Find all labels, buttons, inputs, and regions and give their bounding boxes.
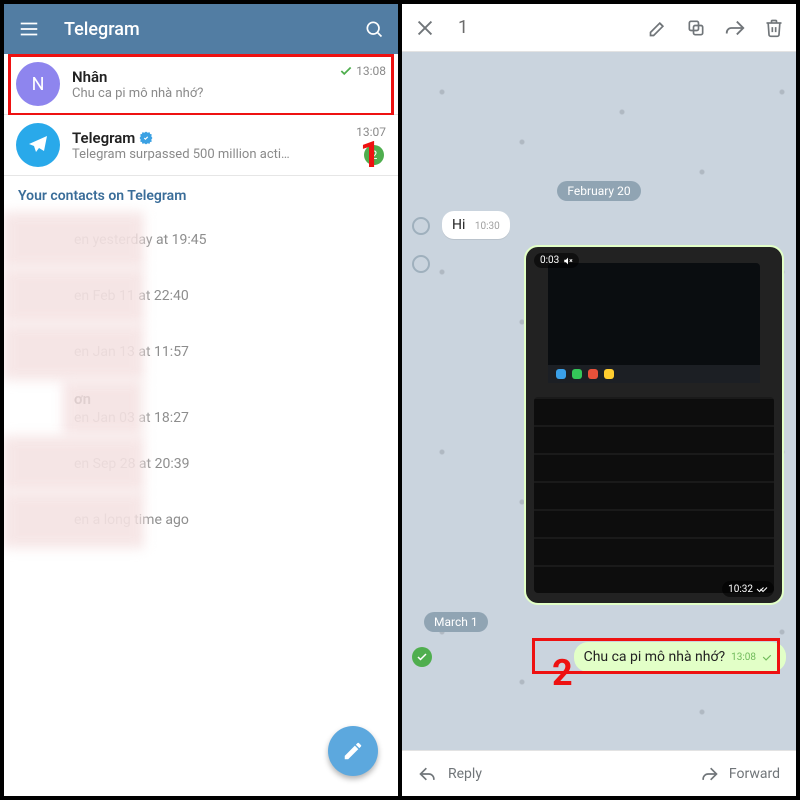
blurred-name xyxy=(4,268,144,324)
message-text: Hi xyxy=(452,217,465,233)
delete-icon[interactable] xyxy=(764,18,784,38)
reply-button[interactable]: Reply xyxy=(448,766,482,782)
telegram-avatar xyxy=(16,123,60,167)
video-thumbnail xyxy=(548,263,760,373)
blurred-name xyxy=(4,212,144,268)
copy-icon[interactable] xyxy=(686,18,706,38)
mute-icon xyxy=(563,256,573,266)
contacts-section-title: Your contacts on Telegram xyxy=(4,176,398,212)
video-thumbnail-taskbar xyxy=(548,365,760,383)
contact-row[interactable]: en Feb 11 at 22:40 xyxy=(4,268,398,324)
selection-header: 1 xyxy=(402,4,796,52)
video-thumbnail-keyboard xyxy=(534,397,774,593)
contact-row[interactable]: en yesterday at 19:45 xyxy=(4,212,398,268)
search-icon[interactable] xyxy=(364,19,384,39)
app-title: Telegram xyxy=(64,19,364,40)
forward-icon[interactable] xyxy=(699,764,719,784)
read-checks-icon xyxy=(762,650,776,664)
chat-row-telegram[interactable]: Telegram Telegram surpassed 500 million … xyxy=(4,115,398,176)
selection-count: 1 xyxy=(458,17,468,38)
blurred-name xyxy=(4,324,144,380)
date-separator: March 1 xyxy=(402,611,796,632)
check-icon xyxy=(339,64,353,78)
video-message[interactable]: 0:03 10:32 xyxy=(524,245,784,605)
chat-time: 13:08 xyxy=(339,64,386,78)
contact-row[interactable]: en Sep 28 at 20:39 xyxy=(4,436,398,492)
compose-fab[interactable] xyxy=(328,726,378,776)
blurred-name xyxy=(4,436,144,492)
message-in[interactable]: Hi 10:30 xyxy=(442,211,796,239)
reply-icon[interactable] xyxy=(418,764,438,784)
selected-check-icon[interactable] xyxy=(412,647,432,667)
forward-icon[interactable] xyxy=(724,17,746,39)
video-duration: 0:03 xyxy=(534,253,579,268)
selection-bottom-bar: Reply Forward xyxy=(402,750,796,796)
forward-button[interactable]: Forward xyxy=(729,766,780,782)
contact-row[interactable]: en Jan 13 at 11:57 xyxy=(4,324,398,380)
message-out-row[interactable]: Chu ca pi mô nhà nhớ? 13:08 xyxy=(412,642,786,672)
video-timestamp: 10:32 xyxy=(722,581,774,597)
chat-list-header: Telegram xyxy=(4,4,398,54)
message-out[interactable]: Chu ca pi mô nhà nhớ? 13:08 xyxy=(574,642,786,672)
contact-row[interactable]: en a long time ago xyxy=(4,492,398,548)
blurred-name xyxy=(4,492,144,548)
close-icon[interactable] xyxy=(414,17,436,39)
avatar-letter: N xyxy=(32,74,45,95)
chat-preview: Telegram surpassed 500 million acti… xyxy=(72,147,322,162)
menu-icon[interactable] xyxy=(18,18,40,40)
chat-row-nhan[interactable]: N Nhân Chu ca pi mô nhà nhớ? 13:08 xyxy=(4,54,398,115)
select-circle[interactable] xyxy=(412,255,430,273)
message-time: 10:30 xyxy=(475,221,500,232)
message-time: 13:08 xyxy=(731,652,756,663)
contacts-list: en yesterday at 19:45 en Feb 11 at 22:40… xyxy=(4,212,398,548)
chat-name: Telegram xyxy=(72,129,386,147)
edit-icon[interactable] xyxy=(648,18,668,38)
select-circle[interactable] xyxy=(412,217,430,235)
chat-area[interactable]: February 20 Hi 10:30 xyxy=(402,52,796,750)
verified-icon xyxy=(139,131,153,145)
date-separator: February 20 xyxy=(402,180,796,201)
message-text: Chu ca pi mô nhà nhớ? xyxy=(584,649,726,665)
blurred-name xyxy=(64,380,144,436)
chat-preview: Chu ca pi mô nhà nhớ? xyxy=(72,86,322,101)
chat-list: N Nhân Chu ca pi mô nhà nhớ? 13:08 xyxy=(4,54,398,176)
avatar: N xyxy=(16,62,60,106)
contact-row[interactable]: ơn en Jan 03 at 18:27 xyxy=(4,380,398,436)
step-marker-1: 1 xyxy=(360,134,381,176)
